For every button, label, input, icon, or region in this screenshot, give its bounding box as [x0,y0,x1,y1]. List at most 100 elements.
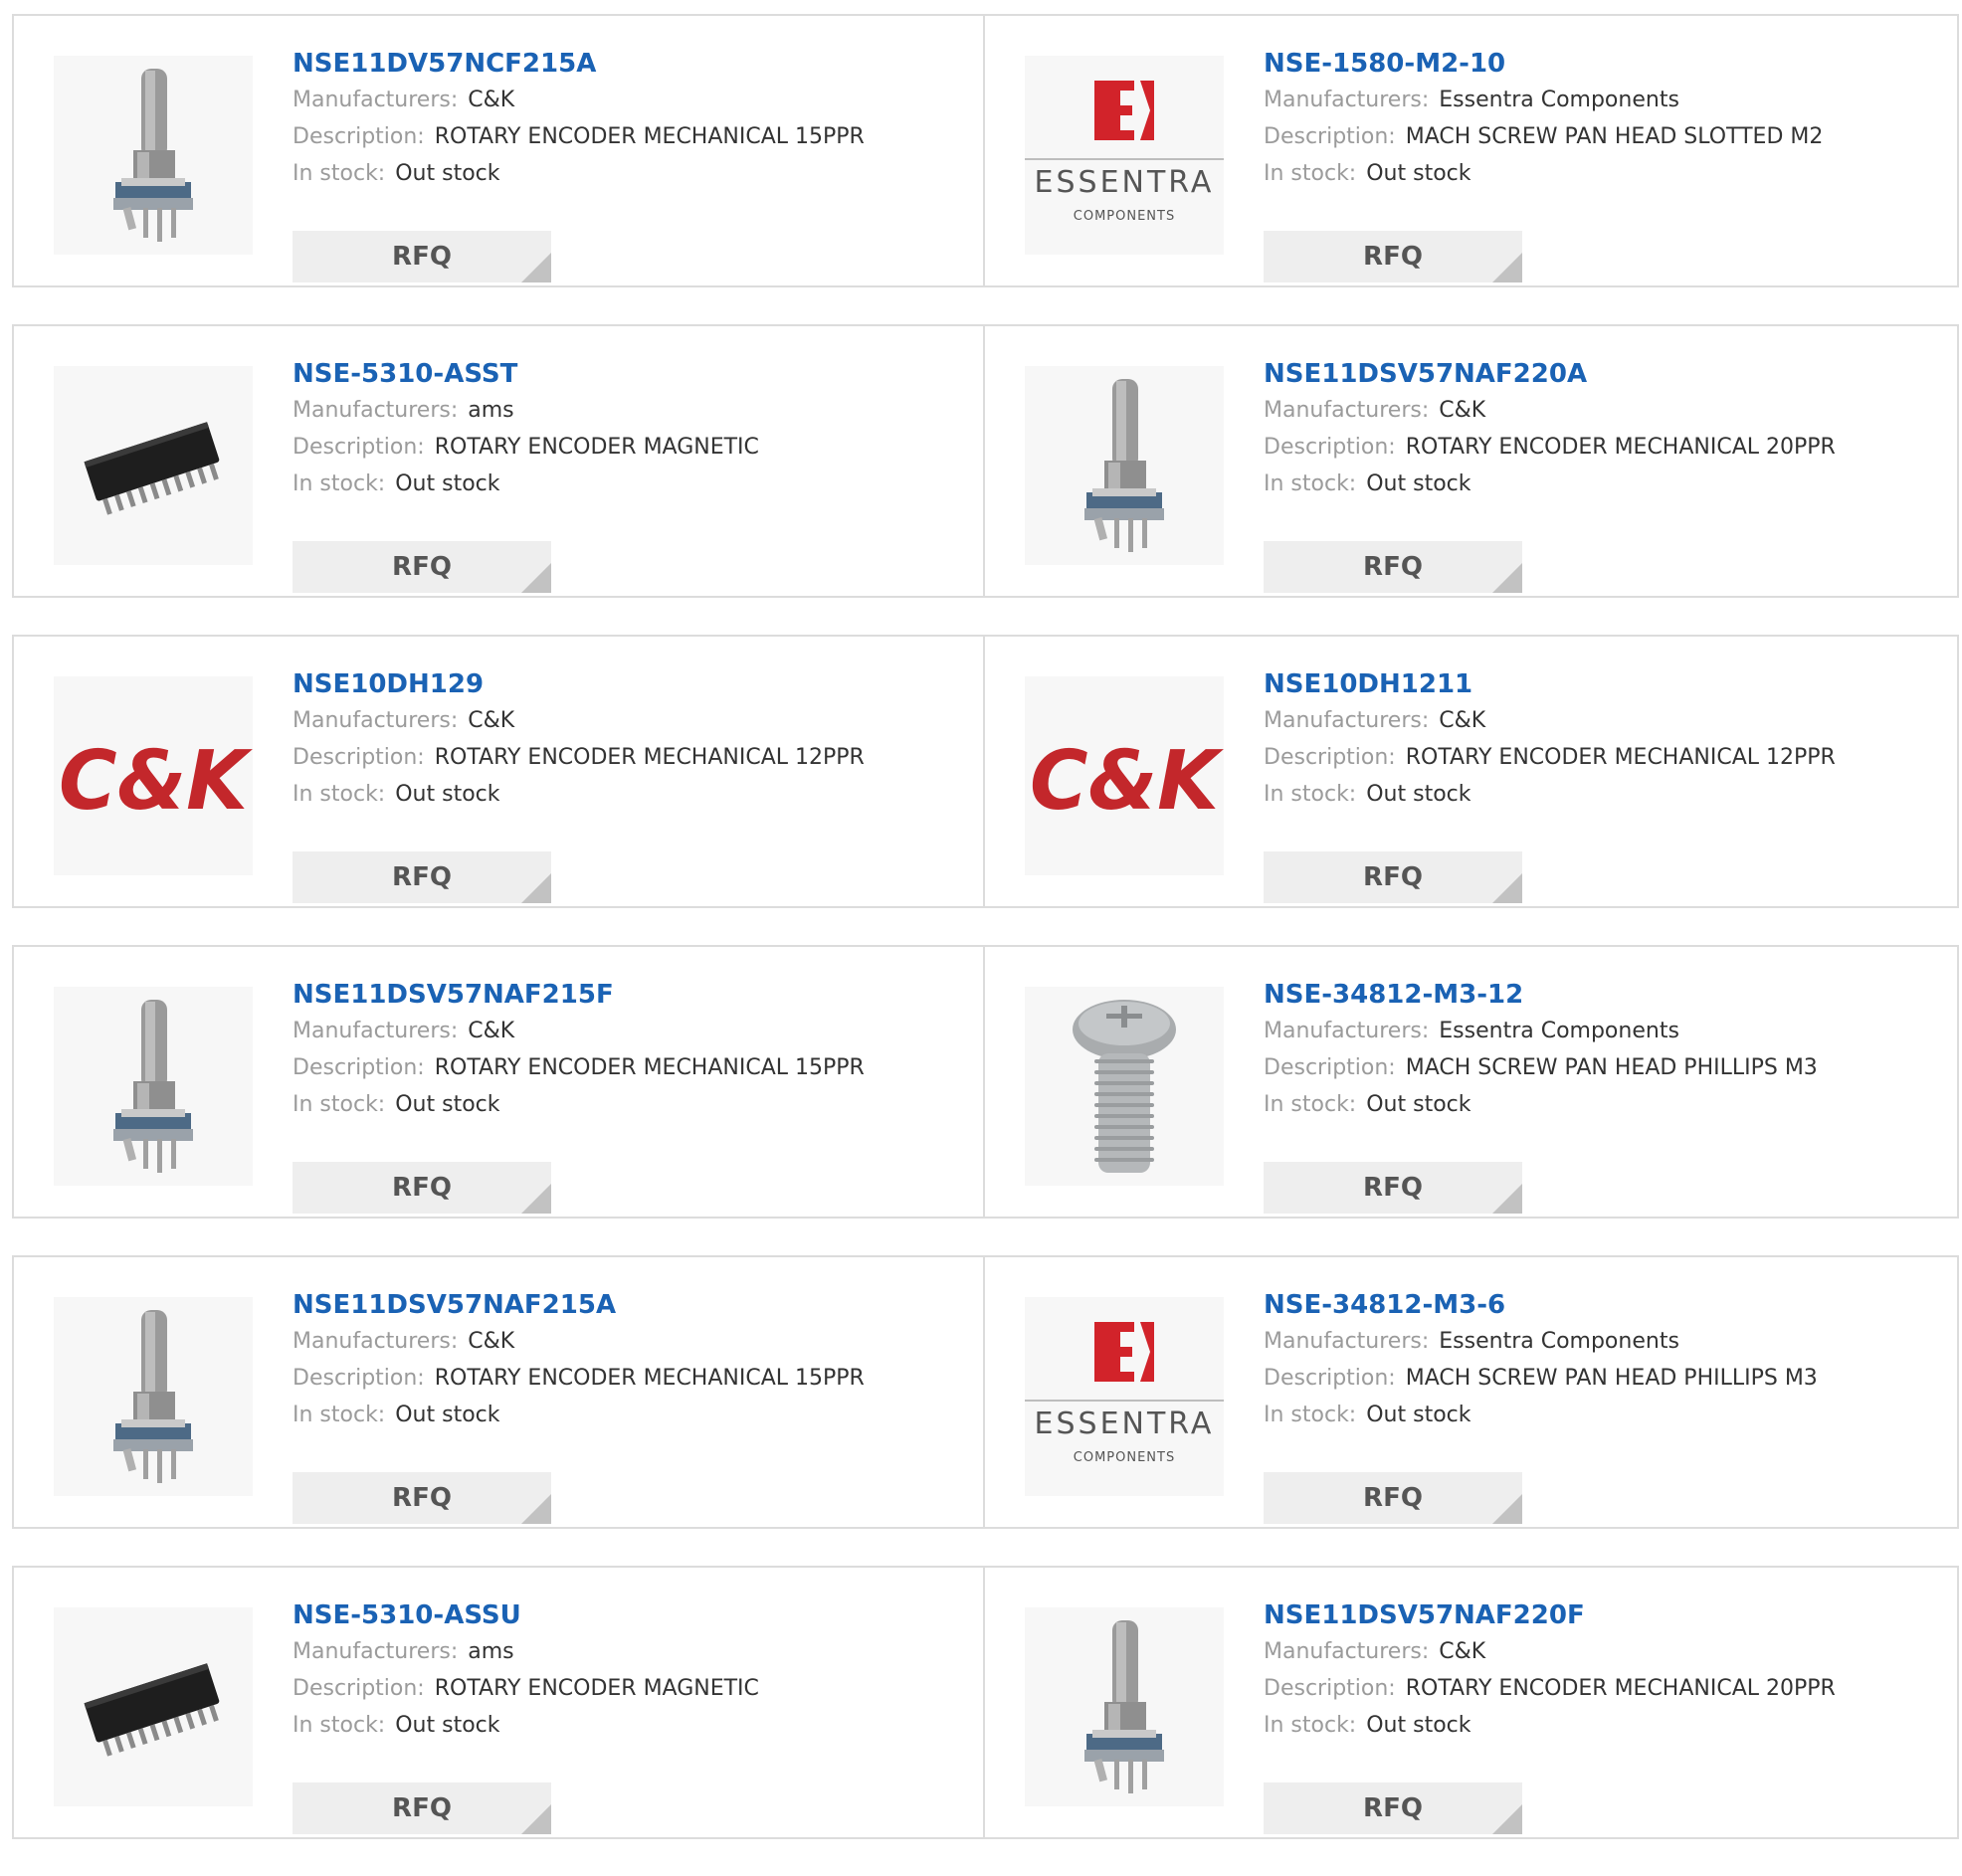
description-line: Description: MACH SCREW PAN HEAD PHILLIPS… [1264,1360,1937,1397]
description-value: ROTARY ENCODER MECHANICAL 15PPR [434,1366,865,1391]
part-number-link[interactable]: NSE-34812-M3-12 [1264,977,1937,1013]
part-number-link[interactable]: NSE11DSV57NAF220A [1264,356,1937,392]
description-value: ROTARY ENCODER MECHANICAL 12PPR [1405,745,1836,770]
part-number-link[interactable]: NSE11DV57NCF215A [293,46,963,82]
rfq-label: RFQ [392,1173,452,1203]
ic-chip-image[interactable] [54,366,253,565]
rfq-button[interactable]: RFQ [1264,1472,1522,1524]
stock-label: In stock: [1264,161,1357,186]
part-number-link[interactable]: NSE11DSV57NAF215F [293,977,963,1013]
rotary-encoder-image[interactable] [54,56,253,255]
rfq-button[interactable]: RFQ [1264,1162,1522,1214]
part-number-link[interactable]: NSE10DH129 [293,666,963,702]
description-label: Description: [1264,745,1396,770]
manufacturer-label: Manufacturers: [293,1329,459,1354]
manufacturer-value: Essentra Components [1439,88,1679,112]
rfq-button[interactable]: RFQ [293,851,551,903]
description-line: Description: ROTARY ENCODER MECHANICAL 12… [293,739,963,776]
rfq-button[interactable]: RFQ [1264,1782,1522,1834]
part-number-link[interactable]: NSE11DSV57NAF215A [293,1287,963,1323]
rfq-button[interactable]: RFQ [293,231,551,282]
description-line: Description: ROTARY ENCODER MAGNETIC [293,1670,963,1707]
stock-line: In stock: Out stock [1264,466,1937,502]
description-line: Description: ROTARY ENCODER MECHANICAL 20… [1264,1670,1937,1707]
rotary-encoder-image[interactable] [1025,366,1224,565]
description-value: MACH SCREW PAN HEAD PHILLIPS M3 [1405,1366,1818,1391]
manufacturer-line: Manufacturers: ams [293,392,963,429]
stock-value: Out stock [1366,161,1472,186]
rfq-button[interactable]: RFQ [293,1162,551,1214]
stock-label: In stock: [1264,1403,1357,1427]
stock-label: In stock: [293,1092,386,1117]
svg-text:C&K: C&K [1030,734,1224,829]
product-card: NSE11DSV57NAF215F Manufacturers: C&K Desc… [12,945,985,1219]
stock-label: In stock: [1264,471,1357,496]
manufacturer-label: Manufacturers: [1264,1329,1430,1354]
manufacturer-value: C&K [1439,1639,1486,1664]
corner-decoration [1492,1494,1522,1524]
stock-line: In stock: Out stock [293,776,963,813]
product-card: NSE11DV57NCF215A Manufacturers: C&K Descr… [12,14,985,287]
corner-decoration [1492,1184,1522,1214]
stock-line: In stock: Out stock [1264,1086,1937,1123]
rfq-button[interactable]: RFQ [293,1782,551,1834]
product-card: NSE-5310-ASST Manufacturers: ams Descript… [12,324,985,598]
rfq-button[interactable]: RFQ [293,541,551,593]
manufacturer-label: Manufacturers: [1264,398,1430,423]
manufacturer-line: Manufacturers: C&K [1264,702,1937,739]
product-row: NSE11DSV57NAF215A Manufacturers: C&K Desc… [12,1255,1959,1529]
rfq-label: RFQ [1363,1793,1423,1823]
stock-label: In stock: [293,471,386,496]
stock-line: In stock: Out stock [1264,1397,1937,1433]
corner-decoration [521,253,551,282]
stock-label: In stock: [1264,782,1357,807]
description-line: Description: ROTARY ENCODER MECHANICAL 12… [1264,739,1937,776]
svg-text:C&K: C&K [59,734,253,829]
screw-image[interactable] [1025,987,1224,1186]
description-line: Description: ROTARY ENCODER MECHANICAL 15… [293,1360,963,1397]
essentra-logo[interactable]: ESSENTRA COMPONENTS [1025,1297,1224,1496]
part-number-link[interactable]: NSE-5310-ASSU [293,1597,963,1633]
manufacturer-value: Essentra Components [1439,1329,1679,1354]
product-card: C&K NSE10DH129 Manufacturers: C&K Descrip… [12,635,985,908]
manufacturer-line: Manufacturers: Essentra Components [1264,1323,1937,1360]
rfq-label: RFQ [392,552,452,582]
product-grid: NSE11DV57NCF215A Manufacturers: C&K Descr… [12,14,1959,1876]
part-number-link[interactable]: NSE-1580-M2-10 [1264,46,1937,82]
product-info: NSE-5310-ASST Manufacturers: ams Descript… [293,356,963,593]
rfq-label: RFQ [392,1793,452,1823]
manufacturer-label: Manufacturers: [1264,1019,1430,1043]
rfq-button[interactable]: RFQ [1264,231,1522,282]
part-number-link[interactable]: NSE-5310-ASST [293,356,963,392]
ic-chip-image[interactable] [54,1607,253,1806]
rfq-button[interactable]: RFQ [1264,851,1522,903]
ck-logo[interactable]: C&K [54,676,253,875]
product-row: NSE11DSV57NAF215F Manufacturers: C&K Desc… [12,945,1959,1219]
rotary-encoder-image[interactable] [1025,1607,1224,1806]
product-card: NSE11DSV57NAF220A Manufacturers: C&K Desc… [985,324,1959,598]
stock-line: In stock: Out stock [293,155,963,192]
rfq-button[interactable]: RFQ [1264,541,1522,593]
part-number-link[interactable]: NSE11DSV57NAF220F [1264,1597,1937,1633]
part-number-link[interactable]: NSE-34812-M3-6 [1264,1287,1937,1323]
product-info: NSE11DSV57NAF215F Manufacturers: C&K Desc… [293,977,963,1214]
product-info: NSE10DH1211 Manufacturers: C&K Descriptio… [1264,666,1937,903]
product-row: NSE-5310-ASSU Manufacturers: ams Descript… [12,1566,1959,1839]
rotary-encoder-image[interactable] [54,1297,253,1496]
manufacturer-label: Manufacturers: [293,398,459,423]
rotary-encoder-image[interactable] [54,987,253,1186]
ck-logo[interactable]: C&K [1025,676,1224,875]
product-info: NSE-34812-M3-6 Manufacturers: Essentra Co… [1264,1287,1937,1524]
stock-line: In stock: Out stock [1264,155,1937,192]
rfq-label: RFQ [1363,862,1423,892]
rfq-button[interactable]: RFQ [293,1472,551,1524]
manufacturer-line: Manufacturers: ams [293,1633,963,1670]
stock-value: Out stock [395,782,500,807]
manufacturer-line: Manufacturers: C&K [1264,1633,1937,1670]
corner-decoration [521,1184,551,1214]
rfq-label: RFQ [392,862,452,892]
essentra-logo[interactable]: ESSENTRA COMPONENTS [1025,56,1224,255]
part-number-link[interactable]: NSE10DH1211 [1264,666,1937,702]
stock-value: Out stock [1366,1403,1472,1427]
manufacturer-label: Manufacturers: [293,1019,459,1043]
